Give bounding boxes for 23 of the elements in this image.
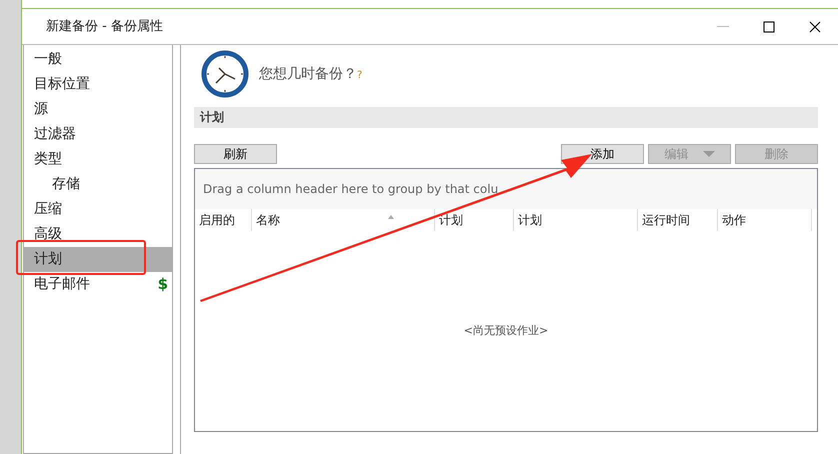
sidebar-item[interactable]: 高级 [24,222,172,247]
sidebar-item[interactable]: 目标位置 [24,72,172,97]
sidebar-item[interactable]: 源 [24,97,172,122]
toolbar-button[interactable]: 刷新 [194,144,277,164]
sidebar-item[interactable]: 存储 [24,172,172,197]
dollar-icon: $ [158,273,168,296]
column-header[interactable]: 动作 [718,209,812,231]
column-header[interactable]: 运行时间 [638,209,718,231]
sidebar-item[interactable]: 计划 [24,247,172,272]
sidebar-item[interactable]: 过滤器 [24,122,172,147]
column-header[interactable]: 启用的 [195,209,252,231]
question-text: 您想几时备份？ [259,66,357,82]
toolbar-button[interactable]: 添加 [561,144,644,164]
window-title: 新建备份 - 备份属性 [46,18,164,36]
sidebar-item[interactable]: 压缩 [24,197,172,222]
column-header[interactable]: 计划 [514,209,638,231]
group-panel: Drag a column header here to group by that colu [195,169,817,209]
empty-message: <尚无预设作业> [464,322,548,339]
sidebar-item[interactable]: 电子邮件 $ [24,272,172,297]
section-header: 计划 [194,107,818,128]
sidebar-item[interactable]: 一般 [24,47,172,72]
clock-icon [201,50,249,98]
sidebar-item[interactable]: 类型 [24,147,172,172]
